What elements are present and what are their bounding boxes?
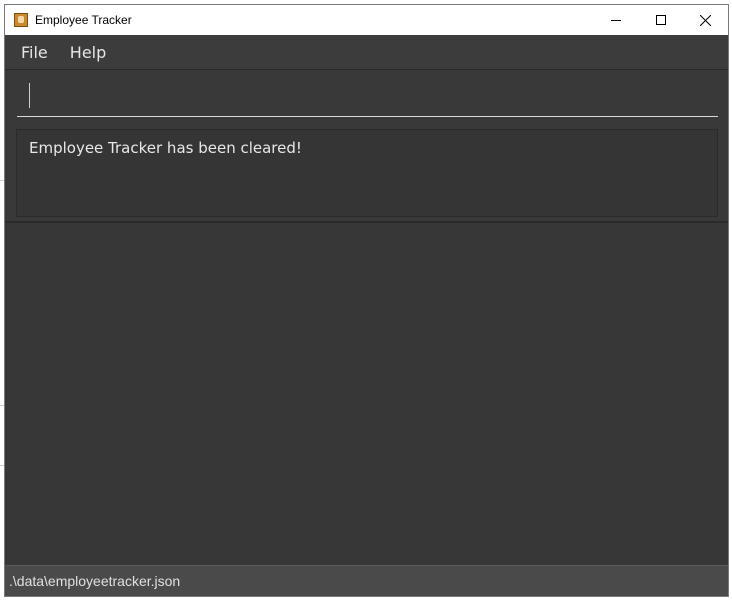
window-controls [593,5,728,35]
maximize-icon [655,15,666,25]
app-icon [14,13,28,27]
command-box [5,70,728,123]
status-bar: .\data\employeetracker.json [5,565,728,596]
data-file-path: .\data\employeetracker.json [9,573,181,589]
result-display-area: Employee Tracker has been cleared! [5,123,728,223]
maximize-button[interactable] [638,5,683,35]
text-caret [29,83,30,108]
close-button[interactable] [683,5,728,35]
minimize-icon [610,20,621,21]
title-bar: Employee Tracker [5,5,728,35]
menu-file[interactable]: File [11,43,58,62]
close-icon [700,14,711,26]
menu-help[interactable]: Help [60,43,116,62]
app-window: Employee Tracker File Help Employee Trac… [4,4,729,597]
menu-bar: File Help [5,35,728,70]
result-message: Employee Tracker has been cleared! [16,129,718,217]
minimize-button[interactable] [593,5,638,35]
window-title: Employee Tracker [35,13,132,27]
command-input[interactable] [17,79,718,117]
employee-list-panel[interactable] [5,223,728,566]
